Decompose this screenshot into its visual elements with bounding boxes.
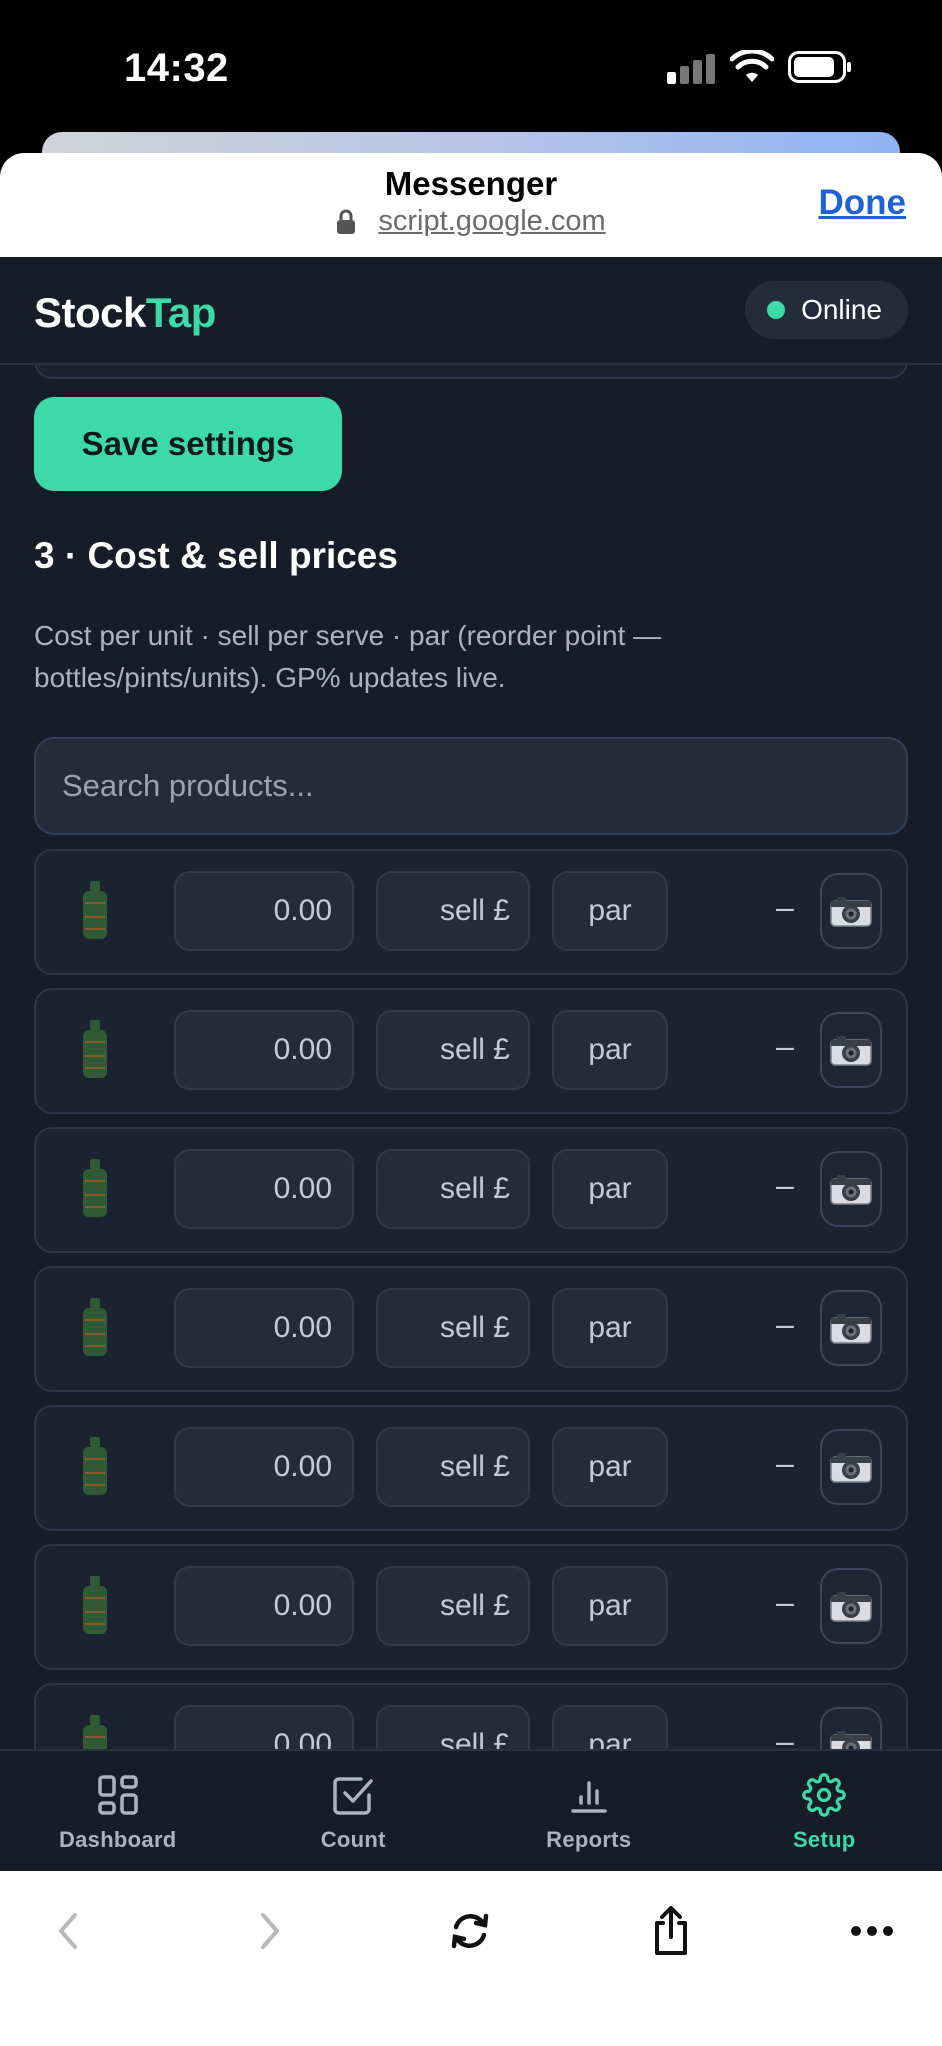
product-row: 0.00 sell £ par – xyxy=(34,988,908,1114)
nav-item-reports[interactable]: Reports xyxy=(471,1751,707,1871)
battery-icon xyxy=(788,51,851,83)
app: StockTap Online Save settings 3 · Cost &… xyxy=(0,257,942,1869)
camera-icon xyxy=(830,1036,872,1066)
bottle-icon xyxy=(83,1437,107,1495)
par-input[interactable]: par xyxy=(552,1427,668,1507)
reload-icon xyxy=(451,1913,489,1949)
bottle-icon xyxy=(83,1576,107,1634)
nav-label: Count xyxy=(320,1827,386,1852)
settings-content[interactable]: Save settings 3 · Cost & sell prices Cos… xyxy=(0,325,942,1869)
gp-percent: – xyxy=(776,1445,794,1481)
product-row: 0.00 sell £ par – xyxy=(34,849,908,975)
gp-percent: – xyxy=(776,1306,794,1342)
status-time: 14:32 xyxy=(124,46,229,90)
photo-button[interactable] xyxy=(820,1290,882,1366)
online-status-badge: Online xyxy=(745,281,908,339)
sell-price-input[interactable]: sell £ xyxy=(376,871,530,951)
checkbox-icon xyxy=(333,1777,373,1815)
product-row: 0.00 sell £ par – xyxy=(34,1544,908,1670)
save-settings-button[interactable]: Save settings xyxy=(34,397,342,491)
forward-button[interactable] xyxy=(240,1901,300,1961)
par-input[interactable]: par xyxy=(552,1010,668,1090)
photo-button[interactable] xyxy=(820,1151,882,1227)
section-title: 3 · Cost & sell prices xyxy=(34,535,398,576)
more-icon xyxy=(851,1926,893,1936)
search-products-input[interactable] xyxy=(34,737,908,835)
online-dot-icon xyxy=(767,301,786,319)
section-description: Cost per unit · sell per serve · par (re… xyxy=(34,620,662,693)
brand-accent: Tap xyxy=(145,289,217,336)
sell-price-input[interactable]: sell £ xyxy=(376,1149,530,1229)
camera-icon xyxy=(830,1592,872,1622)
sell-price-input[interactable]: sell £ xyxy=(376,1288,530,1368)
product-row: 0.00 sell £ par – xyxy=(34,1266,908,1392)
sell-price-input[interactable]: sell £ xyxy=(376,1566,530,1646)
browser-url-row: script.google.com xyxy=(0,205,942,238)
bottle-icon xyxy=(83,1159,107,1217)
gp-percent: – xyxy=(776,889,794,925)
cost-price-input[interactable]: 0.00 xyxy=(174,1010,354,1090)
share-button[interactable] xyxy=(641,1901,701,1961)
product-row: 0.00 sell £ par – xyxy=(34,1127,908,1253)
cost-price-input[interactable]: 0.00 xyxy=(174,1149,354,1229)
bottle-icon xyxy=(83,1020,107,1078)
status-bar: 14:32 xyxy=(0,0,942,140)
nav-label: Reports xyxy=(546,1827,632,1852)
cost-price-input[interactable]: 0.00 xyxy=(174,1566,354,1646)
sell-price-input[interactable]: sell £ xyxy=(376,1010,530,1090)
camera-icon xyxy=(830,897,872,927)
photo-button[interactable] xyxy=(820,1429,882,1505)
par-input[interactable]: par xyxy=(552,1149,668,1229)
wifi-icon xyxy=(730,50,774,82)
back-button[interactable] xyxy=(38,1901,98,1961)
browser-url[interactable]: script.google.com xyxy=(378,205,605,238)
bottom-nav: Dashboard Count Reports Setup xyxy=(0,1749,942,1871)
par-input[interactable]: par xyxy=(552,1566,668,1646)
par-input[interactable]: par xyxy=(552,1288,668,1368)
photo-button[interactable] xyxy=(820,1012,882,1088)
done-button[interactable]: Done xyxy=(819,183,907,223)
share-icon xyxy=(655,1906,687,1955)
cost-price-input[interactable]: 0.00 xyxy=(174,871,354,951)
browser-header: Messenger script.google.com Done xyxy=(0,153,942,257)
more-button[interactable] xyxy=(842,1901,902,1961)
cost-price-input[interactable]: 0.00 xyxy=(174,1427,354,1507)
online-status-label: Online xyxy=(801,294,882,325)
product-row: 0.00 sell £ par – xyxy=(34,1405,908,1531)
camera-icon xyxy=(830,1314,872,1344)
camera-icon xyxy=(830,1453,872,1483)
lock-icon xyxy=(337,209,356,234)
product-list: 0.00 sell £ par – 0.00 sell £ par – 0.00… xyxy=(34,849,908,1822)
cellular-signal-icon xyxy=(667,52,717,84)
chevron-left-icon xyxy=(59,1913,77,1949)
camera-icon xyxy=(830,1175,872,1205)
gp-percent: – xyxy=(776,1028,794,1064)
nav-item-setup[interactable]: Setup xyxy=(707,1751,942,1871)
brand-logo: StockTap xyxy=(34,289,216,337)
sell-price-input[interactable]: sell £ xyxy=(376,1427,530,1507)
gp-percent: – xyxy=(776,1584,794,1620)
nav-label: Dashboard xyxy=(58,1827,177,1852)
nav-item-dashboard[interactable]: Dashboard xyxy=(0,1751,236,1871)
browser-toolbar xyxy=(0,1871,942,2046)
browser-title: Messenger xyxy=(384,165,558,202)
par-input[interactable]: par xyxy=(552,871,668,951)
bottle-icon xyxy=(83,881,107,939)
chevron-right-icon xyxy=(261,1913,279,1949)
gear-icon xyxy=(802,1773,847,1817)
bar-chart-icon xyxy=(571,1781,607,1813)
photo-button[interactable] xyxy=(820,1568,882,1644)
cost-price-input[interactable]: 0.00 xyxy=(174,1288,354,1368)
app-header: StockTap Online xyxy=(0,257,942,365)
gp-percent: – xyxy=(776,1167,794,1203)
photo-button[interactable] xyxy=(820,873,882,949)
brand-primary: Stock xyxy=(34,289,146,336)
nav-label: Setup xyxy=(792,1827,856,1852)
dashboard-icon xyxy=(98,1775,138,1815)
bottle-icon xyxy=(83,1298,107,1356)
reload-button[interactable] xyxy=(440,1901,500,1961)
nav-item-count[interactable]: Count xyxy=(236,1751,472,1871)
